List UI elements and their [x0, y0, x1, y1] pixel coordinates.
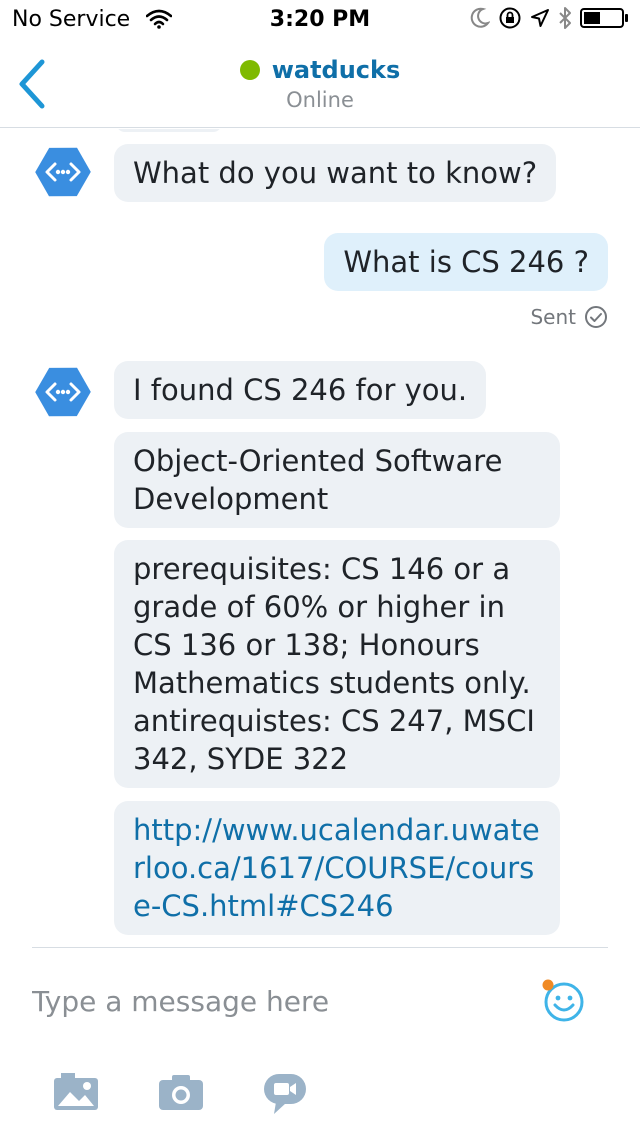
camera-button[interactable] [157, 1072, 207, 1112]
message-bubble[interactable]: What is CS 246 ? [324, 233, 608, 291]
check-circle-icon [585, 306, 607, 328]
bot-avatar [33, 142, 93, 202]
status-bar: No Service 3:20 PM [0, 0, 640, 40]
video-message-icon [264, 1074, 306, 1114]
message-input[interactable] [32, 976, 512, 1026]
emoji-button[interactable] [540, 978, 588, 1026]
message-bubble[interactable]: prerequisites: CS 146 or a grade of 60% … [114, 540, 560, 788]
battery-icon [580, 7, 630, 33]
read-receipt: Sent [530, 305, 608, 329]
notification-dot [542, 979, 554, 991]
camera-icon [159, 1075, 203, 1110]
previous-message-bubble [116, 129, 222, 132]
link-message-bubble[interactable]: http://www.ucalendar.uwaterloo.ca/1617/C… [114, 801, 560, 935]
bluetooth-icon [558, 6, 572, 34]
video-message-button[interactable] [262, 1072, 312, 1114]
moon-icon [470, 7, 491, 33]
smiley-icon [542, 979, 584, 1022]
bot-icon [35, 147, 91, 197]
orientation-lock-icon [498, 6, 522, 34]
contact-status: Online [286, 88, 354, 112]
location-arrow-icon [530, 8, 550, 32]
message-bubble[interactable]: I found CS 246 for you. [114, 361, 487, 419]
message-bubble[interactable]: What do you want to know? [114, 144, 557, 202]
contact-name: watducks [271, 56, 401, 84]
message-bubble[interactable]: Object-Oriented Software Development [114, 432, 560, 528]
receipt-label: Sent [530, 305, 576, 329]
chat-header: watducks Online [0, 40, 640, 128]
message-list[interactable]: What do you want to know? What is CS 246… [0, 129, 640, 947]
bot-icon [35, 367, 91, 417]
presence-dot [239, 60, 260, 80]
photo-gallery-button[interactable] [52, 1072, 102, 1112]
contact-info[interactable]: watducks Online [0, 56, 640, 112]
photo-gallery-icon [54, 1073, 98, 1110]
status-icons [470, 6, 630, 34]
bot-avatar [33, 362, 93, 422]
composer [0, 948, 640, 1136]
